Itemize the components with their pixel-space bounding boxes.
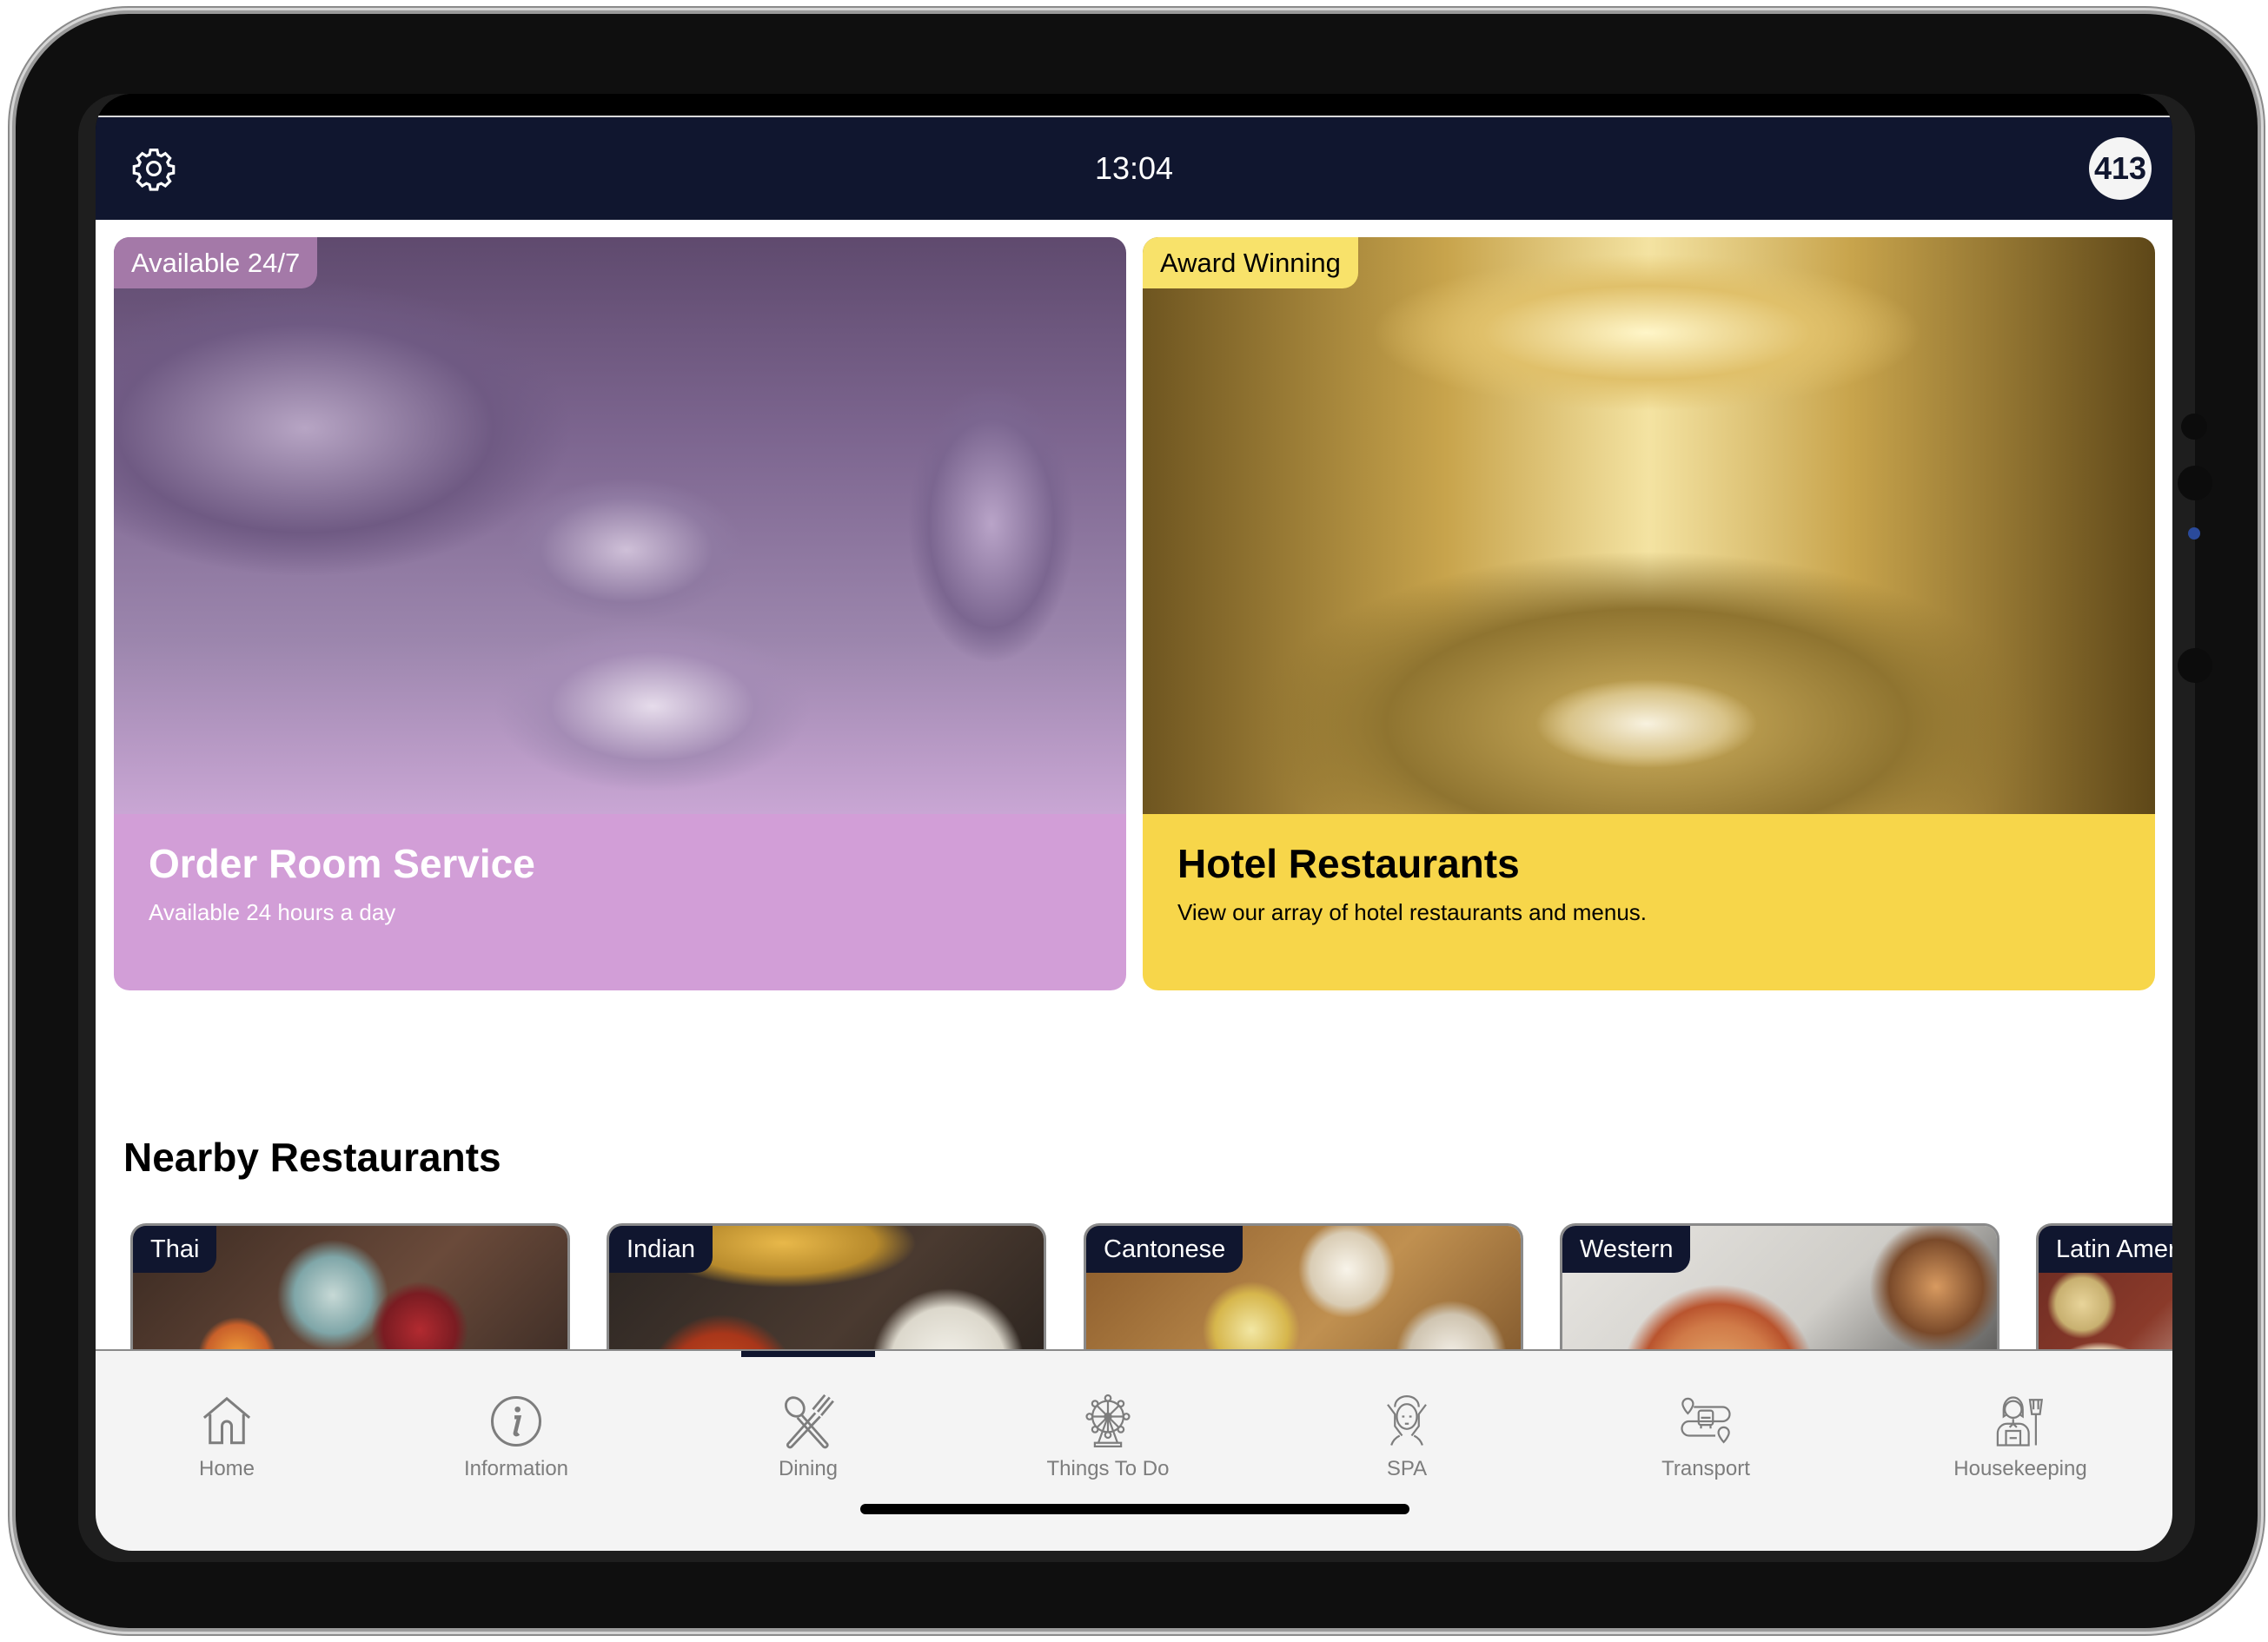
app-screen: 13:04 413 Available 24/7 Order Room Serv…	[96, 94, 2172, 1551]
tab-dining[interactable]: Dining	[704, 1351, 912, 1525]
tab-label: Home	[198, 1457, 255, 1480]
hotel-restaurants-card[interactable]: Award Winning Hotel Restaurants View our…	[1143, 237, 2155, 990]
cuisine-label: Latin American	[2039, 1226, 2172, 1273]
info-icon	[490, 1395, 542, 1447]
ferris-wheel-icon	[1085, 1394, 1131, 1447]
side-button	[2178, 466, 2212, 500]
card-subtitle: View our array of hotel restaurants and …	[1177, 899, 1648, 925]
housekeeping-icon	[1996, 1396, 2044, 1447]
bottom-tab-bar: Home Information Dining Things To Do SPA…	[96, 1349, 2172, 1551]
room-service-card[interactable]: Available 24/7 Order Room Service Availa…	[114, 237, 1126, 990]
card-title: Order Room Service	[149, 841, 535, 886]
room-number-badge[interactable]: 413	[2089, 137, 2152, 200]
card-subtitle: Available 24 hours a day	[149, 899, 396, 925]
nearby-restaurants-heading: Nearby Restaurants	[123, 1135, 501, 1180]
home-indicator[interactable]	[860, 1504, 1409, 1514]
transport-icon	[1681, 1397, 1731, 1444]
tab-label: Dining	[778, 1457, 839, 1480]
restaurant-interior-photo	[1143, 237, 2155, 814]
camera-lens	[2188, 527, 2200, 540]
main-content: Available 24/7 Order Room Service Availa…	[96, 220, 2172, 1467]
top-header: 13:04 413	[96, 117, 2172, 220]
clock: 13:04	[1094, 150, 1174, 186]
tab-label: Housekeeping	[1953, 1457, 2087, 1480]
tab-label: Things To Do	[1046, 1457, 1170, 1480]
card-title: Hotel Restaurants	[1177, 841, 1520, 886]
tab-label: SPA	[1386, 1457, 1428, 1480]
cuisine-label: Cantonese	[1086, 1226, 1243, 1273]
room-service-panel: Order Room Service Available 24 hours a …	[114, 814, 1126, 990]
cuisine-label: Thai	[133, 1226, 217, 1273]
award-tag: Award Winning	[1143, 237, 1358, 288]
hotel-restaurants-panel: Hotel Restaurants View our array of hote…	[1143, 814, 2155, 990]
tab-housekeeping[interactable]: Housekeeping	[1916, 1351, 2125, 1525]
status-bar	[96, 94, 2172, 117]
cuisine-label: Indian	[609, 1226, 713, 1273]
tab-transport[interactable]: Transport	[1602, 1351, 1810, 1525]
cuisine-label: Western	[1562, 1226, 1691, 1273]
tab-label: Transport	[1661, 1457, 1750, 1480]
tab-things-to-do[interactable]: Things To Do	[1004, 1351, 1212, 1525]
dining-icon	[785, 1394, 834, 1449]
tab-home[interactable]: Home	[123, 1351, 331, 1525]
tab-spa[interactable]: SPA	[1303, 1351, 1511, 1525]
room-service-photo	[114, 237, 1126, 814]
tab-label: Information	[463, 1457, 569, 1480]
side-button	[2178, 648, 2212, 683]
side-button	[2181, 414, 2207, 440]
availability-tag: Available 24/7	[114, 237, 318, 288]
spa-icon	[1387, 1395, 1427, 1446]
tab-information[interactable]: Information	[412, 1351, 620, 1525]
home-icon	[202, 1396, 251, 1445]
